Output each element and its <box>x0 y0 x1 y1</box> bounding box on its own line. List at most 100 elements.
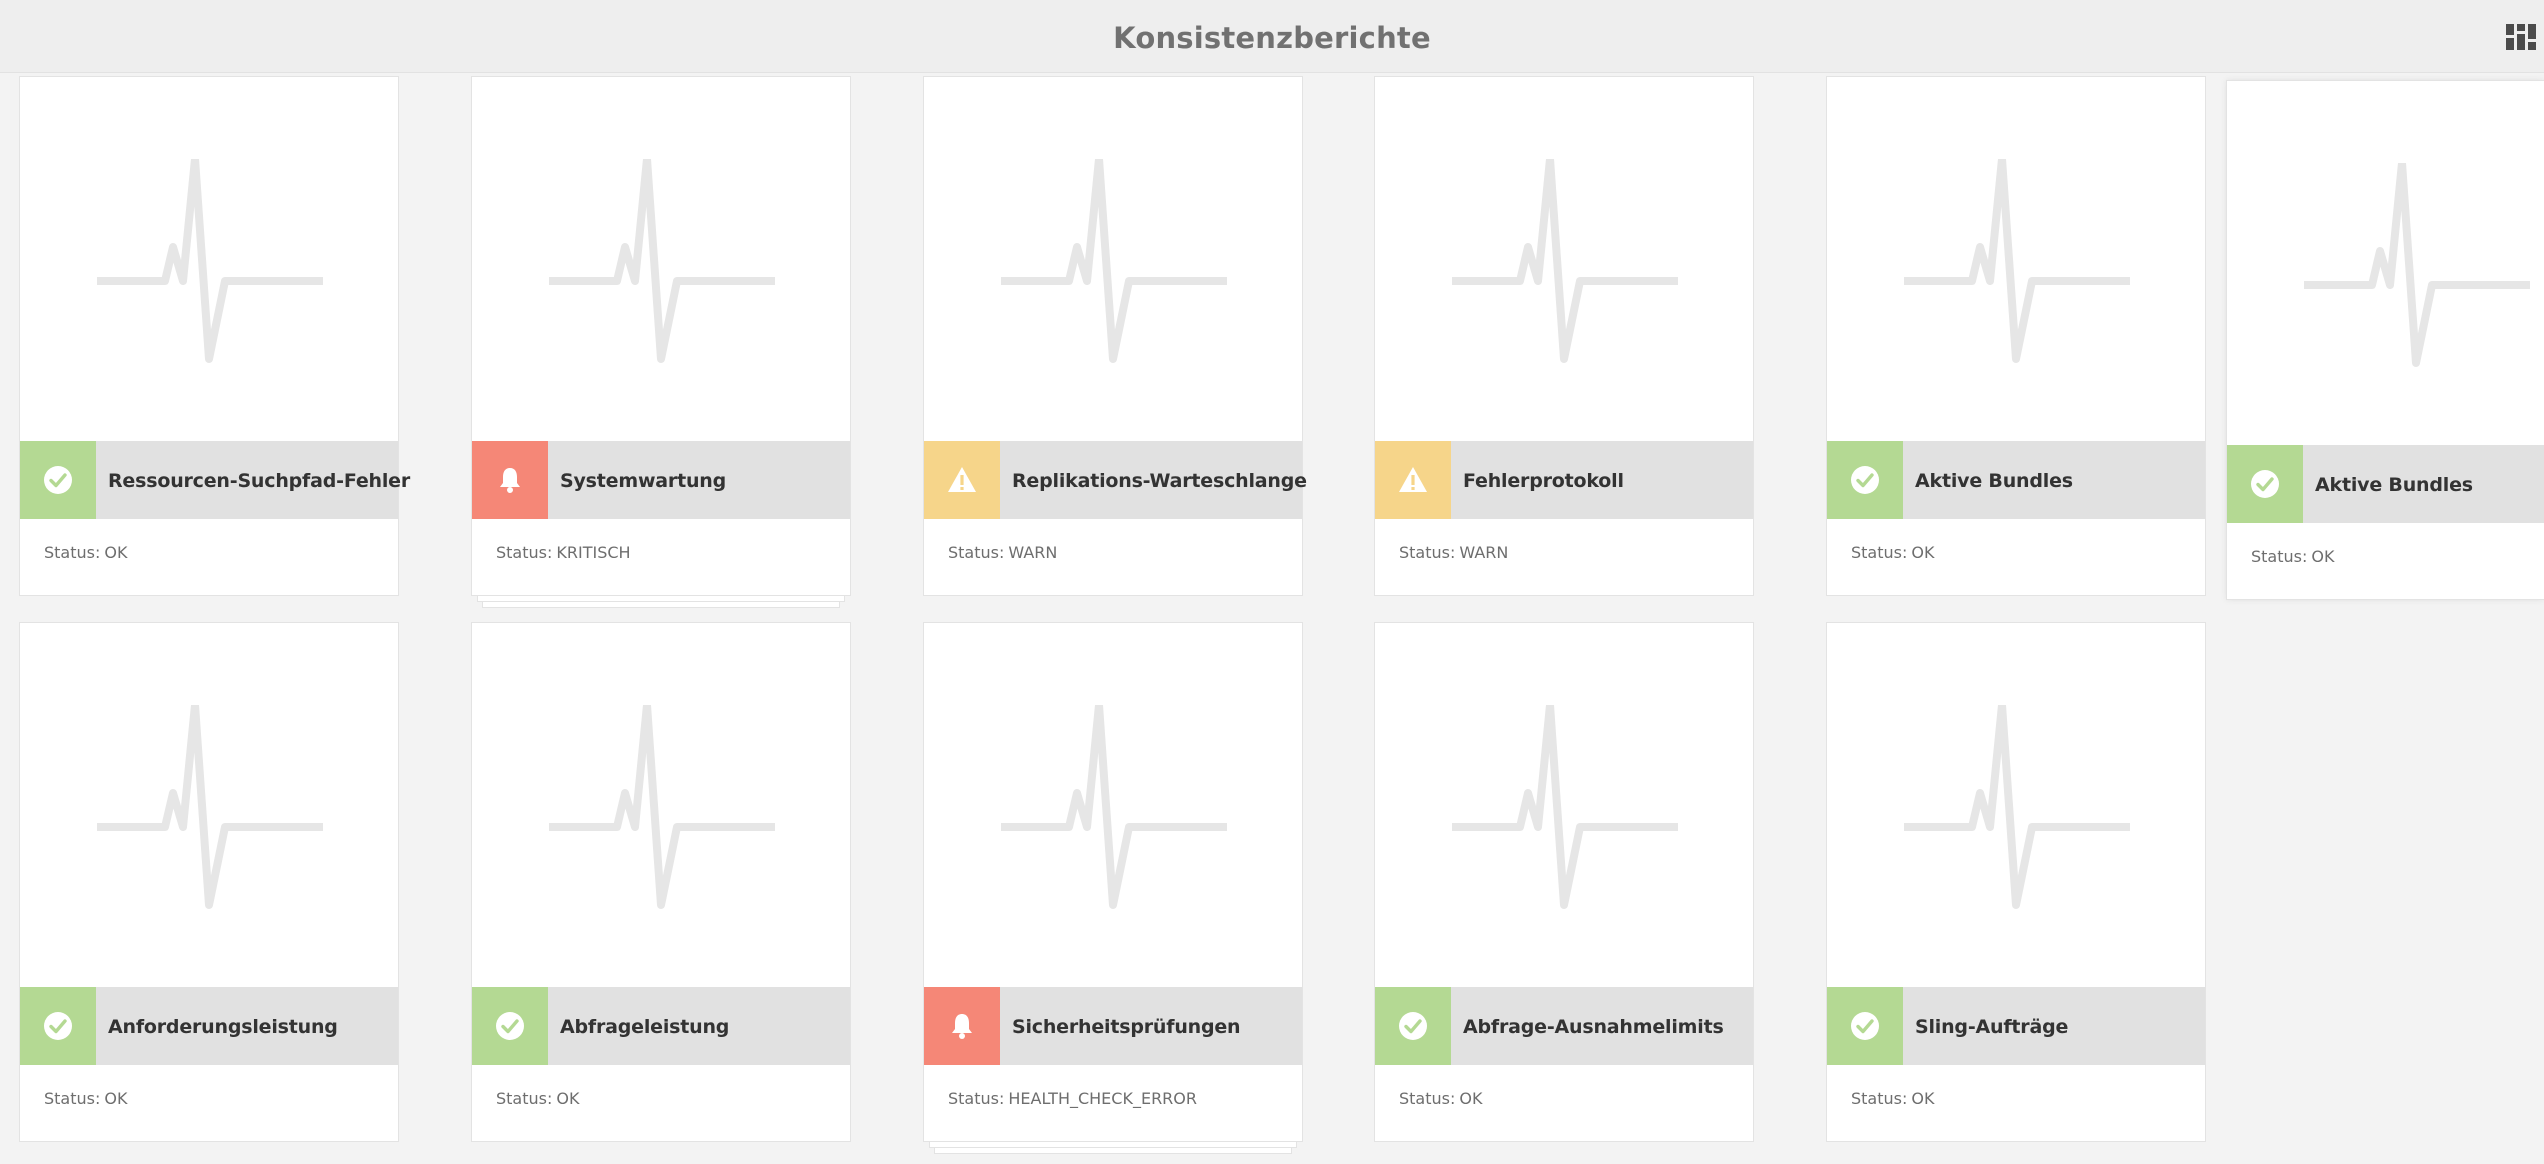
status-indicator <box>2227 445 2303 523</box>
status-label: Status: <box>1399 1089 1456 1108</box>
status-indicator <box>1827 987 1903 1065</box>
card-title: Aktive Bundles <box>1915 470 2073 492</box>
card-title-bar: Sicherheitsprüfungen <box>924 987 1302 1065</box>
status-label: Status: <box>496 543 553 562</box>
status-label: Status: <box>948 543 1005 562</box>
card-title: Sling-Aufträge <box>1915 1016 2069 1038</box>
status-indicator <box>472 987 548 1065</box>
card-title: Fehlerprotokoll <box>1463 470 1624 492</box>
card-title: Replikations-Warteschlange <box>1012 470 1307 492</box>
status-indicator <box>1375 987 1451 1065</box>
status-value: OK <box>104 543 128 562</box>
status-label: Status: <box>1851 543 1908 562</box>
card-thumbnail <box>20 77 398 441</box>
card-title: Anforderungsleistung <box>108 1016 338 1038</box>
card-status: Status: OK <box>44 1089 127 1108</box>
status-indicator <box>20 987 96 1065</box>
status-label: Status: <box>948 1089 1005 1108</box>
status-value: HEALTH_CHECK_ERROR <box>1008 1089 1198 1108</box>
status-label: Status: <box>44 1089 101 1108</box>
health-card[interactable]: Aktive Bundles Status: OK <box>2226 80 2544 600</box>
check-icon <box>44 1012 72 1040</box>
card-status: Status: OK <box>44 543 127 562</box>
card-status: Status: KRITISCH <box>496 543 631 562</box>
status-indicator <box>1827 441 1903 519</box>
bell-icon <box>500 468 520 493</box>
status-indicator <box>924 441 1000 519</box>
card-status: Status: WARN <box>1399 543 1508 562</box>
card-status: Status: WARN <box>948 543 1057 562</box>
status-indicator <box>20 441 96 519</box>
heartbeat-icon <box>1452 705 1678 909</box>
card-thumbnail <box>1375 77 1753 441</box>
health-card[interactable]: Abfrage-Ausnahmelimits Status: OK <box>1374 622 1754 1142</box>
health-card[interactable]: Replikations-Warteschlange Status: WARN <box>923 76 1307 596</box>
status-indicator <box>1375 441 1451 519</box>
check-icon <box>1851 466 1879 494</box>
status-value: OK <box>2311 547 2335 566</box>
card-title: Abfrageleistung <box>560 1016 730 1038</box>
card-title-bar: Fehlerprotokoll <box>1375 441 1753 519</box>
card-thumbnail <box>20 623 398 987</box>
card-thumbnail <box>472 77 850 441</box>
card-title-bar: Sling-Aufträge <box>1827 987 2205 1065</box>
status-value: OK <box>556 1089 580 1108</box>
heartbeat-icon <box>1904 159 2130 363</box>
health-card[interactable]: Sicherheitsprüfungen Status: HEALTH_CHECK… <box>923 622 1303 1154</box>
status-value: KRITISCH <box>556 543 631 562</box>
heartbeat-icon <box>97 159 323 363</box>
card-status: Status: OK <box>1851 543 1934 562</box>
status-value: OK <box>104 1089 128 1108</box>
card-title: Aktive Bundles <box>2315 474 2473 496</box>
status-label: Status: <box>2251 547 2308 566</box>
card-title-bar: Ressourcen-Suchpfad-Fehler <box>20 441 410 519</box>
heartbeat-icon <box>1904 705 2130 909</box>
warning-icon <box>948 467 976 492</box>
status-label: Status: <box>496 1089 553 1108</box>
health-card[interactable]: Sling-Aufträge Status: OK <box>1826 622 2206 1142</box>
card-thumbnail <box>1375 623 1753 987</box>
check-icon <box>2251 470 2279 498</box>
check-icon <box>44 466 72 494</box>
card-thumbnail <box>924 623 1302 987</box>
card-status: Status: HEALTH_CHECK_ERROR <box>948 1089 1197 1108</box>
health-card[interactable]: Ressourcen-Suchpfad-Fehler Status: OK <box>19 76 410 596</box>
heartbeat-icon <box>1001 159 1227 363</box>
card-status: Status: OK <box>2251 547 2334 566</box>
health-card[interactable]: Fehlerprotokoll Status: WARN <box>1374 76 1754 596</box>
card-thumbnail <box>1827 77 2205 441</box>
status-indicator <box>472 441 548 519</box>
card-title-bar: Anforderungsleistung <box>20 987 398 1065</box>
card-title: Systemwartung <box>560 470 727 492</box>
health-card[interactable]: Systemwartung Status: KRITISCH <box>471 76 851 608</box>
card-thumbnail <box>472 623 850 987</box>
heartbeat-icon <box>2304 163 2530 367</box>
check-icon <box>1399 1012 1427 1040</box>
check-icon <box>496 1012 524 1040</box>
bell-icon <box>952 1014 972 1039</box>
card-title-bar: Abfrage-Ausnahmelimits <box>1375 987 1753 1065</box>
card-title-bar: Aktive Bundles <box>2227 445 2544 523</box>
card-status: Status: OK <box>1851 1089 1934 1108</box>
card-thumbnail <box>924 77 1302 441</box>
heartbeat-icon <box>549 159 775 363</box>
card-title: Abfrage-Ausnahmelimits <box>1463 1016 1724 1038</box>
card-title-bar: Systemwartung <box>472 441 850 519</box>
status-value: WARN <box>1008 543 1058 562</box>
heartbeat-icon <box>549 705 775 909</box>
heartbeat-icon <box>1452 159 1678 363</box>
status-value: WARN <box>1459 543 1509 562</box>
health-card[interactable]: Anforderungsleistung Status: OK <box>19 622 399 1142</box>
card-title: Sicherheitsprüfungen <box>1012 1016 1241 1038</box>
warning-icon <box>1399 467 1427 492</box>
status-value: OK <box>1911 1089 1935 1108</box>
heartbeat-icon <box>1001 705 1227 909</box>
status-indicator <box>924 987 1000 1065</box>
health-card[interactable]: Aktive Bundles Status: OK <box>1826 76 2206 596</box>
card-status: Status: OK <box>1399 1089 1482 1108</box>
card-title: Ressourcen-Suchpfad-Fehler <box>108 470 411 492</box>
health-card[interactable]: Abfrageleistung Status: OK <box>471 622 851 1142</box>
card-thumbnail <box>1827 623 2205 987</box>
status-label: Status: <box>1851 1089 1908 1108</box>
card-title-bar: Aktive Bundles <box>1827 441 2205 519</box>
